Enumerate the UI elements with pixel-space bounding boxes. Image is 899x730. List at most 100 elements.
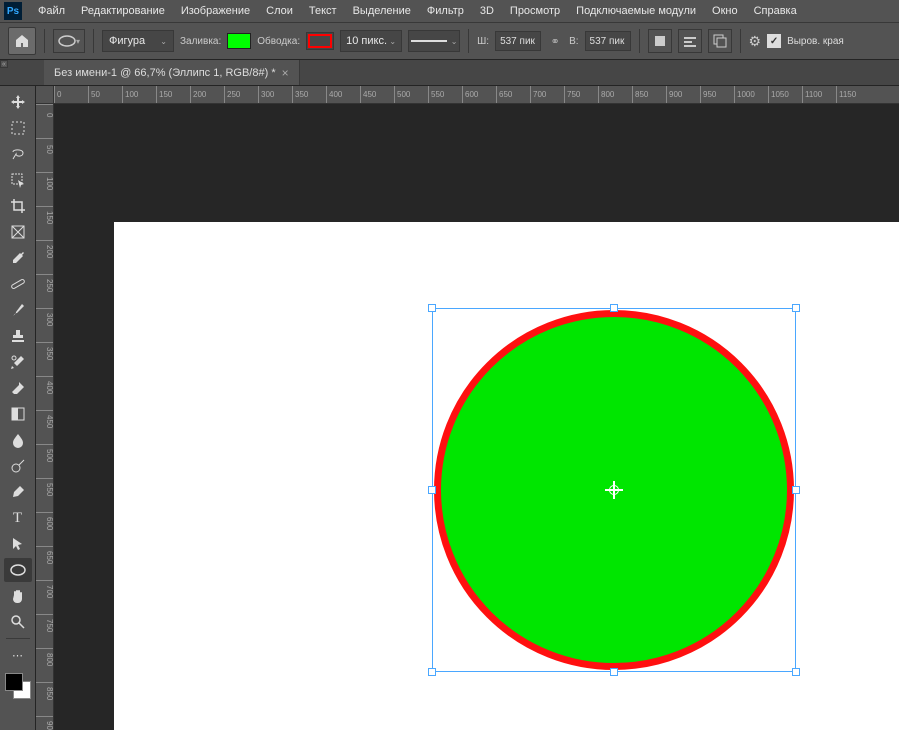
chevron-down-icon: ⌄ [160,37,167,46]
gradient-tool[interactable] [4,402,32,426]
menu-help[interactable]: Справка [746,2,805,20]
document-tabbar: Без имени-1 @ 66,7% (Эллипс 1, RGB/8#) *… [0,60,899,86]
tool-panel: T ⋯ [0,86,36,730]
separator [44,29,45,53]
ruler-tick: 650 [36,546,54,566]
ruler-origin[interactable] [36,86,54,104]
document-tab[interactable]: Без имени-1 @ 66,7% (Эллипс 1, RGB/8#) *… [44,60,300,85]
stroke-color-icon [308,34,332,48]
shape-mode-label: Фигура [109,35,145,47]
ruler-tick: 1050 [768,86,789,104]
gear-icon[interactable]: ⚙ [749,33,762,50]
width-input[interactable] [495,31,541,51]
pen-tool[interactable] [4,480,32,504]
ps-logo[interactable]: Ps [4,2,22,20]
stroke-style-dropdown[interactable]: ⌄ [408,30,460,52]
home-button[interactable] [8,27,36,55]
horizontal-ruler[interactable]: 0501001502002503003504004505005506006507… [54,86,899,104]
foreground-color[interactable] [5,673,23,691]
dots-icon: ⋯ [12,649,23,662]
close-icon[interactable]: × [282,66,289,80]
ellipse-icon [58,35,76,47]
ruler-tick: 150 [36,206,54,226]
menu-edit[interactable]: Редактирование [73,2,173,20]
zoom-tool[interactable] [4,610,32,634]
align-icon [683,34,697,48]
ellipse-shape[interactable] [434,310,794,670]
move-tool[interactable] [4,90,32,114]
stamp-icon [10,328,26,344]
menu-select[interactable]: Выделение [345,2,419,20]
tab-title: Без имени-1 @ 66,7% (Эллипс 1, RGB/8#) * [54,67,276,79]
hand-tool[interactable] [4,584,32,608]
stroke-width-dropdown[interactable]: 10 пикс. ⌄ [340,30,402,52]
type-tool[interactable]: T [4,506,32,530]
ruler-tick: 500 [36,444,54,464]
current-shape-button[interactable]: ▾ [53,29,85,53]
path-arrangement-button[interactable] [708,29,732,53]
stroke-swatch[interactable] [306,32,334,50]
ruler-tick: 150 [156,86,172,104]
menu-image[interactable]: Изображение [173,2,258,20]
lasso-tool[interactable] [4,142,32,166]
hand-icon [10,588,26,604]
marquee-icon [10,120,26,136]
menu-plugins[interactable]: Подключаемые модули [568,2,704,20]
canvas[interactable] [54,104,899,730]
lasso-icon [10,146,26,162]
history-brush-tool[interactable] [4,350,32,374]
collapse-handle[interactable]: « [0,60,8,68]
stamp-tool[interactable] [4,324,32,348]
menu-window[interactable]: Окно [704,2,746,20]
ruler-tick: 750 [564,86,580,104]
height-input[interactable] [585,31,631,51]
path-operations-button[interactable] [648,29,672,53]
path-select-tool[interactable] [4,532,32,556]
stack-icon [713,34,727,48]
menu-3d[interactable]: 3D [472,2,502,20]
eraser-tool[interactable] [4,376,32,400]
stroke-label: Обводка: [257,36,300,47]
ellipse-tool[interactable] [4,558,32,582]
wand-icon [10,172,26,188]
eyedropper-icon [10,250,26,266]
blur-tool[interactable] [4,428,32,452]
ruler-tick: 300 [258,86,274,104]
color-swatches[interactable] [5,673,31,699]
link-icon[interactable]: ⚭ [547,35,563,48]
shape-mode-dropdown[interactable]: Фигура ⌄ [102,30,174,52]
solid-line-icon [411,40,447,42]
separator [93,29,94,53]
menu-text[interactable]: Текст [301,2,345,20]
brush-icon [10,302,26,318]
menu-layers[interactable]: Слои [258,2,301,20]
type-icon: T [13,510,22,527]
align-edges-checkbox[interactable]: ✓ [767,34,781,48]
menu-filter[interactable]: Фильтр [419,2,472,20]
chevron-down-icon: ▾ [76,37,80,46]
fill-swatch[interactable] [227,33,251,49]
ruler-tick: 550 [36,478,54,498]
ruler-tick: 0 [54,86,61,104]
eyedropper-tool[interactable] [4,246,32,270]
menu-file[interactable]: Файл [30,2,73,20]
ruler-tick: 250 [224,86,240,104]
heal-tool[interactable] [4,272,32,296]
dodge-tool[interactable] [4,454,32,478]
path-alignment-button[interactable] [678,29,702,53]
vertical-ruler[interactable]: 0501001502002503003504004505005506006507… [36,104,54,730]
edit-toolbar-button[interactable]: ⋯ [4,643,32,667]
ruler-tick: 350 [36,342,54,362]
menu-view[interactable]: Просмотр [502,2,568,20]
frame-icon [10,224,26,240]
ruler-tick: 100 [36,172,54,192]
ruler-tick: 800 [36,648,54,668]
marquee-tool[interactable] [4,116,32,140]
object-select-tool[interactable] [4,168,32,192]
ruler-tick: 250 [36,274,54,294]
workspace: T ⋯ 050100150200250300350400450500550600… [0,86,899,730]
crop-tool[interactable] [4,194,32,218]
brush-tool[interactable] [4,298,32,322]
frame-tool[interactable] [4,220,32,244]
ruler-tick: 700 [530,86,546,104]
